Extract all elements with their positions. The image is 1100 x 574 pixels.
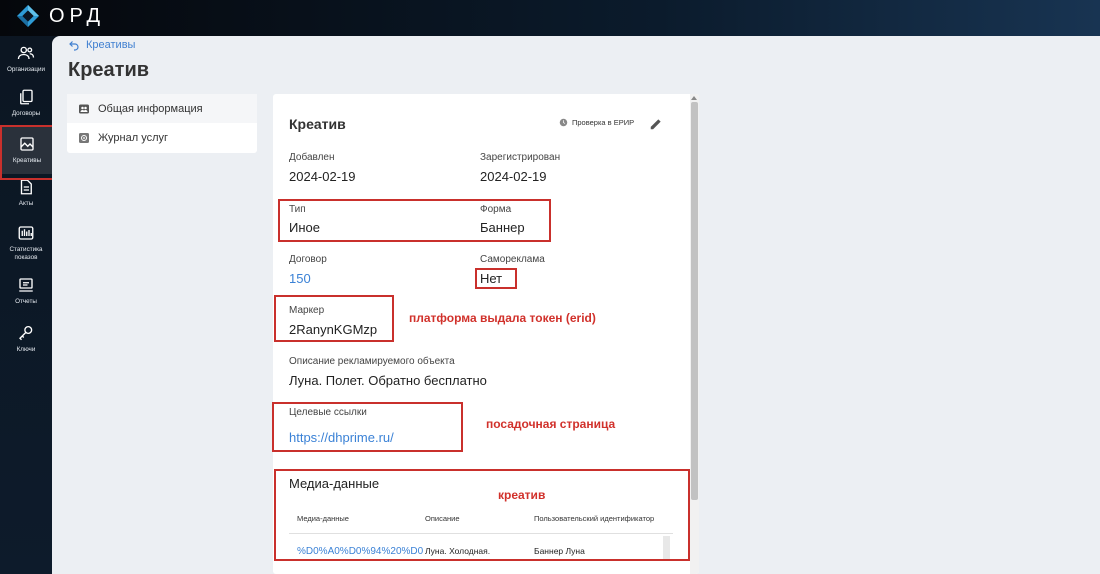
scroll-thumb[interactable] (691, 102, 698, 500)
report-icon (19, 278, 33, 292)
page-title: Креатив (68, 59, 150, 81)
sidebar-item-label: Статистика показов (9, 246, 43, 261)
edit-button[interactable] (649, 117, 663, 136)
description-value: Луна. Полет. Обратно бесплатно (289, 373, 487, 388)
people-icon (79, 104, 89, 113)
sidebar-item-label: Отчеты (15, 298, 37, 305)
sidebar-item-label: Договоры (11, 110, 41, 117)
scroll-up-icon[interactable] (691, 96, 697, 100)
description-label: Описание рекламируемого объекта (289, 356, 455, 367)
gear-icon (79, 132, 89, 143)
sidebar-item-reports[interactable]: Отчеты (0, 276, 52, 316)
sidebar-item-label: Организации (6, 66, 46, 73)
logo-mark-icon (16, 4, 40, 28)
top-bar: ОРД (0, 0, 1100, 36)
erir-check-button[interactable]: Проверка в ЕРИР (559, 118, 634, 127)
clock-icon (559, 118, 568, 127)
erir-check-label: Проверка в ЕРИР (572, 118, 635, 127)
sidebar-item-label: Ключи (16, 346, 36, 353)
sidebar-item-contracts[interactable]: Договоры (0, 88, 52, 128)
breadcrumb[interactable]: Креативы (68, 39, 135, 51)
sidebar: Организации Договоры Креативы Акты Стати… (0, 36, 52, 574)
sidebar-item-statistics[interactable]: Статистика показов (0, 224, 52, 268)
annotation-note-media: креатив (498, 488, 546, 502)
sidebar-item-label: Акты (18, 200, 34, 207)
sidebar-item-organizations[interactable]: Организации (0, 44, 52, 84)
card-scrollbar[interactable] (690, 94, 699, 574)
contract-link[interactable]: 150 (289, 271, 311, 286)
key-icon (19, 325, 33, 341)
documents-icon (20, 89, 33, 105)
registered-value: 2024-02-19 (480, 169, 547, 184)
tab-general-info[interactable]: Общая информация (67, 94, 257, 123)
added-value: 2024-02-19 (289, 169, 356, 184)
sidebar-item-keys[interactable]: Ключи (0, 324, 52, 364)
people-icon (17, 46, 35, 60)
stats-icon (18, 226, 34, 240)
added-label: Добавлен (289, 152, 335, 163)
tabs-card: Общая информация Журнал услуг (67, 94, 257, 153)
registered-label: Зарегистрирован (480, 152, 561, 163)
tab-service-log[interactable]: Журнал услуг (67, 123, 257, 152)
logo[interactable]: ОРД (16, 4, 105, 28)
pencil-icon (650, 119, 661, 130)
tab-label: Журнал услуг (98, 131, 169, 144)
document-icon (20, 179, 32, 195)
annotation-box-media (274, 469, 690, 561)
contract-label: Договор (289, 254, 327, 265)
sidebar-item-acts[interactable]: Акты (0, 178, 52, 218)
annotation-box-type-form (278, 199, 551, 242)
annotation-note-marker: платформа выдала токен (erid) (409, 311, 596, 325)
breadcrumb-label: Креативы (86, 39, 136, 51)
annotation-note-links: посадочная страница (486, 417, 616, 431)
back-arrow-icon (69, 41, 79, 51)
annotation-box-links (272, 402, 463, 452)
annotation-box-marker (274, 295, 394, 342)
card-title: Креатив (289, 116, 346, 132)
logo-text: ОРД (49, 4, 106, 27)
tab-label: Общая информация (98, 102, 203, 115)
selfad-label: Самореклама (480, 254, 545, 265)
annotation-box-selfad (475, 268, 517, 289)
